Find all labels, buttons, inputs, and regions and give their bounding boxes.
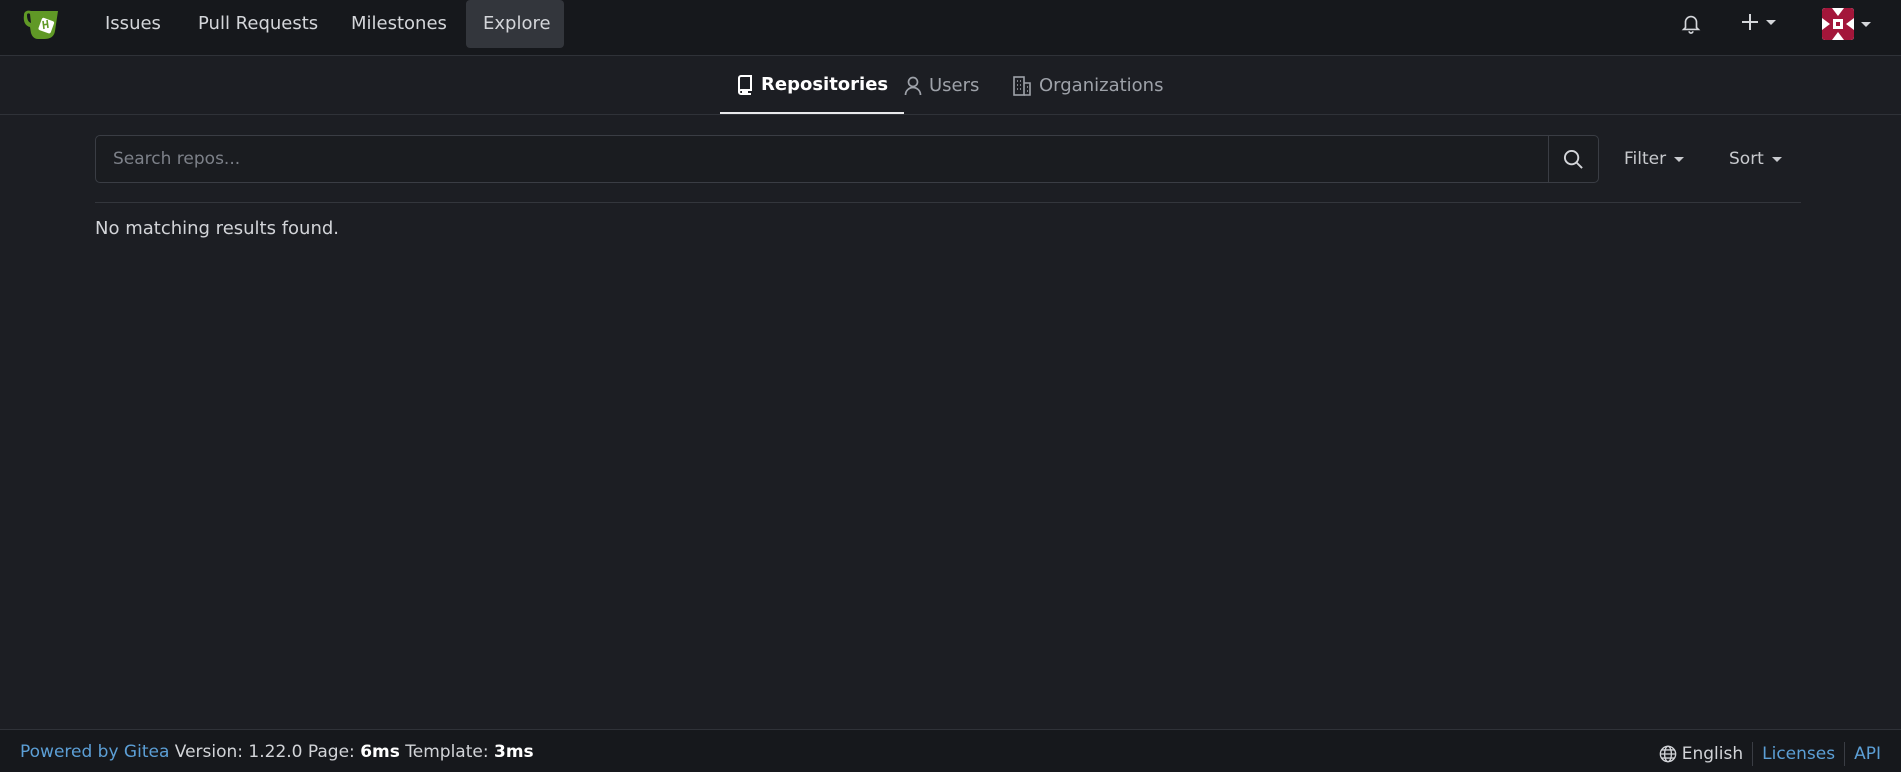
licenses-link[interactable]: Licenses — [1762, 744, 1835, 764]
tab-organizations-label: Organizations — [1039, 75, 1164, 96]
gitea-logo-icon[interactable] — [22, 7, 66, 43]
notifications-bell-icon[interactable] — [1680, 12, 1702, 34]
tab-organizations[interactable]: Organizations — [996, 57, 1179, 114]
empty-results-message: No matching results found. — [95, 218, 340, 239]
nav-milestones[interactable]: Milestones — [334, 0, 464, 48]
repo-icon — [738, 74, 752, 95]
chevron-down-icon — [1766, 20, 1776, 25]
page-time: 6ms — [360, 742, 400, 762]
filter-dropdown[interactable]: Filter — [1624, 135, 1685, 183]
explore-tabs: Repositories Users Organizations — [0, 57, 1901, 115]
footer-links: English Licenses API — [1659, 742, 1881, 766]
powered-by-link[interactable]: Powered by Gitea — [20, 742, 169, 762]
language-selector[interactable]: English — [1659, 744, 1743, 764]
page-footer: Powered by Gitea Version: 1.22.0 Page: 6… — [0, 729, 1901, 772]
tab-users-label: Users — [929, 75, 980, 96]
user-avatar[interactable] — [1822, 8, 1854, 40]
avatar-chevron-down-icon[interactable] — [1860, 19, 1872, 29]
create-new-menu[interactable] — [1740, 12, 1778, 32]
search-icon — [1563, 149, 1583, 169]
sort-dropdown[interactable]: Sort — [1729, 135, 1782, 183]
template-time: 3ms — [494, 742, 534, 762]
tab-repositories[interactable]: Repositories — [720, 57, 905, 114]
repo-search-form — [95, 135, 1599, 183]
version-text: Version: 1.22.0 Page: — [174, 742, 355, 762]
organization-icon — [1013, 75, 1031, 96]
nav-issues[interactable]: Issues — [88, 0, 178, 48]
search-button[interactable] — [1548, 136, 1598, 182]
person-icon — [904, 76, 922, 95]
footer-info: Powered by Gitea Version: 1.22.0 Page: 6… — [20, 742, 534, 762]
repo-search-input[interactable] — [96, 136, 1548, 182]
tab-repositories-label: Repositories — [761, 74, 889, 95]
plus-icon — [1742, 14, 1758, 30]
nav-pull-requests[interactable]: Pull Requests — [181, 0, 335, 48]
sort-label: Sort — [1729, 149, 1764, 169]
separator — [1752, 742, 1754, 766]
language-label: English — [1681, 744, 1744, 764]
nav-explore[interactable]: Explore — [466, 0, 564, 48]
caret-down-icon — [1771, 156, 1782, 162]
tab-users[interactable]: Users — [888, 57, 995, 114]
divider — [95, 202, 1801, 203]
top-navbar: Issues Pull Requests Milestones Explore — [0, 0, 1901, 56]
caret-down-icon — [1674, 156, 1685, 162]
template-label: Template: — [405, 742, 489, 762]
filter-label: Filter — [1624, 149, 1667, 169]
separator — [1844, 742, 1846, 766]
api-link[interactable]: API — [1854, 744, 1881, 764]
globe-icon — [1659, 745, 1677, 763]
